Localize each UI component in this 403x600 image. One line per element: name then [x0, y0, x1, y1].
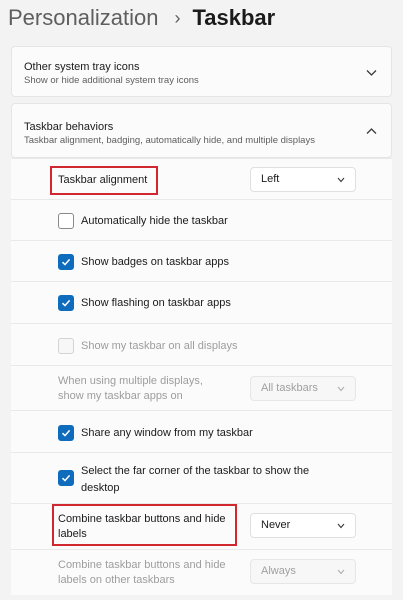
- chevron-down-icon: [337, 386, 345, 392]
- far-corner-label-line2: desktop: [81, 482, 120, 494]
- multi-display-label-line2: show my taskbar apps on: [58, 390, 183, 402]
- checkmark-icon: [61, 429, 71, 437]
- other-tray-icons-title: Other system tray icons: [24, 61, 140, 73]
- other-tray-icons-card[interactable]: Other system tray icons Show or hide add…: [11, 46, 392, 97]
- show-badges-label: Show badges on taskbar apps: [81, 256, 229, 268]
- share-window-label: Share any window from my taskbar: [81, 427, 253, 439]
- taskbar-alignment-value: Left: [261, 173, 280, 185]
- breadcrumb-separator: ›: [174, 7, 181, 28]
- multi-display-dropdown[interactable]: All taskbars: [250, 376, 356, 401]
- show-badges-row[interactable]: Show badges on taskbar apps: [11, 240, 392, 281]
- highlight-box-combine: [52, 504, 237, 546]
- share-window-checkbox[interactable]: [58, 425, 74, 441]
- taskbar-behaviors-header[interactable]: Taskbar behaviors Taskbar alignment, bad…: [11, 103, 392, 158]
- show-badges-checkbox[interactable]: [58, 254, 74, 270]
- chevron-down-icon[interactable]: [366, 69, 377, 77]
- chevron-down-icon: [337, 523, 345, 529]
- show-flashing-checkbox[interactable]: [58, 295, 74, 311]
- far-corner-checkbox[interactable]: [58, 470, 74, 486]
- show-flashing-row[interactable]: Show flashing on taskbar apps: [11, 281, 392, 323]
- multi-display-value: All taskbars: [261, 382, 318, 394]
- combine-other-label-line2: labels on other taskbars: [58, 574, 175, 586]
- highlight-box-alignment: [50, 166, 158, 195]
- checkmark-icon: [61, 474, 71, 482]
- auto-hide-checkbox[interactable]: [58, 213, 74, 229]
- share-window-row[interactable]: Share any window from my taskbar: [11, 410, 392, 452]
- far-corner-label-line1: Select the far corner of the taskbar to …: [81, 465, 310, 477]
- far-corner-row[interactable]: Select the far corner of the taskbar to …: [11, 452, 392, 503]
- combine-other-value: Always: [261, 565, 296, 577]
- show-flashing-label: Show flashing on taskbar apps: [81, 297, 231, 309]
- checkmark-icon: [61, 299, 71, 307]
- auto-hide-label: Automatically hide the taskbar: [81, 215, 228, 227]
- combine-other-dropdown[interactable]: Always: [250, 559, 356, 584]
- auto-hide-row[interactable]: Automatically hide the taskbar: [11, 199, 392, 240]
- combine-other-row: Combine taskbar buttons and hide labels …: [11, 549, 392, 595]
- checkmark-icon: [61, 258, 71, 266]
- other-tray-icons-subtitle: Show or hide additional system tray icon…: [24, 75, 199, 86]
- combine-buttons-dropdown[interactable]: Never: [250, 513, 356, 538]
- combine-buttons-value: Never: [261, 519, 291, 531]
- all-displays-label: Show my taskbar on all displays: [81, 340, 238, 352]
- multi-display-row: When using multiple displays, show my ta…: [11, 365, 392, 410]
- chevron-up-icon[interactable]: [366, 127, 377, 135]
- page-title: Taskbar: [192, 5, 276, 30]
- breadcrumb: Personalization › Taskbar: [8, 2, 275, 34]
- combine-other-label-line1: Combine taskbar buttons and hide: [58, 559, 226, 571]
- all-displays-row: Show my taskbar on all displays: [11, 323, 392, 365]
- all-displays-checkbox[interactable]: [58, 338, 74, 354]
- taskbar-behaviors-title: Taskbar behaviors: [24, 121, 114, 133]
- breadcrumb-personalization[interactable]: Personalization: [8, 5, 158, 31]
- chevron-down-icon: [337, 569, 345, 575]
- chevron-down-icon: [337, 177, 345, 183]
- multi-display-label-line1: When using multiple displays,: [58, 375, 203, 387]
- taskbar-alignment-dropdown[interactable]: Left: [250, 167, 356, 192]
- taskbar-behaviors-subtitle: Taskbar alignment, badging, automaticall…: [24, 135, 315, 146]
